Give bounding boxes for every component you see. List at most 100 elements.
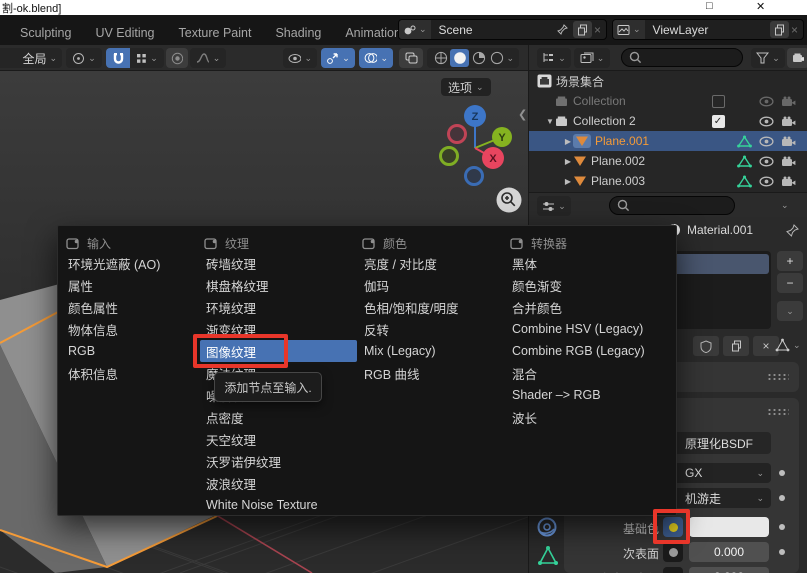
scene-icon[interactable]: ⌄	[399, 20, 431, 39]
remove-material-slot-button[interactable]: −	[777, 273, 803, 293]
menu-item[interactable]: RGB 曲线	[358, 362, 500, 384]
outliner-row[interactable]: 场景集合	[529, 71, 807, 91]
proportional-falloff-dropdown[interactable]: ⌄	[190, 48, 226, 68]
menu-item[interactable]: Mix (Legacy)	[358, 340, 500, 362]
copy-scene-button[interactable]	[573, 21, 592, 38]
properties-search-input[interactable]	[609, 196, 735, 215]
axis-minus-x-ball[interactable]	[449, 126, 466, 143]
maximize-button[interactable]: □	[706, 0, 713, 12]
nodetree-filter-dropdown[interactable]: ⌄	[775, 338, 801, 353]
panel-grip-icon[interactable]	[767, 373, 789, 380]
fake-user-shield-button[interactable]	[693, 336, 719, 356]
scene-name[interactable]: Scene	[431, 23, 556, 37]
scene-selector[interactable]: ⌄ Scene ×	[398, 19, 607, 40]
menu-item[interactable]: 砖墙纹理	[200, 252, 357, 274]
copy-viewlayer-button[interactable]	[770, 21, 789, 38]
outliner-search-input[interactable]	[621, 48, 743, 67]
menu-item[interactable]: 合并颜色	[506, 296, 676, 318]
outliner-display-mode-dropdown[interactable]: ⌄	[537, 48, 571, 68]
shading-wireframe-button[interactable]	[432, 51, 449, 65]
outliner-row[interactable]: ▶Plane.003	[529, 171, 807, 191]
viewlayer-icon[interactable]: ⌄	[613, 20, 645, 39]
disable-render-toggle[interactable]	[777, 176, 799, 187]
hide-eye-toggle[interactable]	[755, 96, 777, 107]
menu-item[interactable]: 波长	[506, 406, 676, 428]
expand-arrow-icon[interactable]: ▶	[563, 137, 573, 146]
expand-arrow-icon[interactable]: ▶	[563, 177, 573, 186]
menu-item[interactable]: 棋盘格纹理	[200, 274, 357, 296]
collection-checkbox[interactable]	[707, 95, 729, 108]
show-object-types-dropdown[interactable]: ⌄	[283, 48, 317, 68]
menu-item[interactable]: 伽玛	[358, 274, 500, 296]
menu-item[interactable]: RGB	[62, 340, 194, 362]
input-socket[interactable]	[663, 542, 683, 562]
collection-checkbox[interactable]: ✓	[707, 115, 729, 128]
menu-item[interactable]: White Noise Texture	[200, 494, 357, 516]
menu-item[interactable]: 点密度	[200, 406, 357, 428]
animate-dot[interactable]	[779, 470, 785, 476]
axis-minus-z-ball[interactable]	[466, 168, 483, 185]
panel-grip-icon[interactable]	[767, 408, 789, 415]
hide-eye-toggle[interactable]	[755, 156, 777, 167]
transform-orientation-dropdown[interactable]: 全局 ⌄	[0, 48, 62, 68]
animate-dot[interactable]	[779, 549, 785, 555]
pin-icon[interactable]	[785, 223, 800, 238]
show-overlays-toggle[interactable]: ⌄	[359, 48, 393, 68]
menu-item[interactable]: 环境光遮蔽 (AO)	[62, 252, 194, 274]
pin-icon[interactable]	[556, 23, 569, 36]
toggle-xray-button[interactable]	[399, 48, 423, 68]
properties-options-dropdown[interactable]: ⌄	[781, 201, 789, 210]
properties-editor-type-dropdown[interactable]: ⌄	[537, 196, 571, 216]
menu-item[interactable]: 颜色渐变	[506, 274, 676, 296]
workspace-tab[interactable]: Texture Paint	[167, 20, 264, 45]
new-collection-button[interactable]	[787, 48, 807, 68]
viewport-options-dropdown[interactable]: 选项 ⌄	[441, 78, 491, 96]
menu-item[interactable]: 色相/饱和度/明度	[358, 296, 500, 318]
menu-item[interactable]: 属性	[62, 274, 194, 296]
animate-dot[interactable]	[779, 524, 785, 530]
close-button[interactable]: ✕	[756, 0, 765, 13]
workspace-tab[interactable]: Sculpting	[8, 20, 83, 45]
hide-eye-toggle[interactable]	[755, 176, 777, 187]
navigation-gizmo[interactable]: Z Y X	[428, 96, 528, 191]
outliner-row[interactable]: Collection	[529, 91, 807, 111]
menu-item[interactable]: 颜色属性	[62, 296, 194, 318]
outliner-row[interactable]: ▶Plane.001	[529, 131, 807, 151]
material-properties-tab[interactable]	[535, 515, 559, 539]
animate-dot[interactable]	[779, 495, 785, 501]
value-slider[interactable]: 0.000	[689, 567, 769, 573]
workspace-tab[interactable]: Shading	[263, 20, 333, 45]
menu-item[interactable]: 物体信息	[62, 318, 194, 340]
outliner-row[interactable]: ▼Collection 2✓	[529, 111, 807, 131]
pivot-point-dropdown[interactable]: ⌄	[66, 48, 102, 68]
viewlayer-name[interactable]: ViewLayer	[645, 23, 770, 37]
outliner-filter-dropdown[interactable]: ⌄	[751, 48, 785, 68]
workspace-tab[interactable]: UV Editing	[83, 20, 166, 45]
shading-material-button[interactable]	[470, 51, 487, 65]
disable-render-toggle[interactable]	[777, 116, 799, 127]
menu-item[interactable]: 黑体	[506, 252, 676, 274]
disable-render-toggle[interactable]	[777, 156, 799, 167]
menu-item[interactable]: Shader –> RGB	[506, 384, 676, 406]
zoom-button[interactable]	[495, 186, 523, 214]
menu-item[interactable]: 环境纹理	[200, 296, 357, 318]
menu-item[interactable]: 混合	[506, 362, 676, 384]
viewlayer-selector[interactable]: ⌄ ViewLayer ×	[612, 19, 804, 40]
shading-dropdown-icon[interactable]: ⌄	[506, 54, 514, 63]
object-data-properties-tab[interactable]	[537, 545, 559, 567]
input-socket[interactable]	[663, 567, 683, 573]
unlink-scene-icon[interactable]: ×	[594, 23, 601, 37]
menu-item[interactable]: 亮度 / 对比度	[358, 252, 500, 274]
expand-arrow-icon[interactable]: ▶	[563, 157, 573, 166]
remove-viewlayer-icon[interactable]: ×	[791, 23, 798, 37]
outliner-filter-mode-dropdown[interactable]: ⌄	[574, 48, 610, 68]
menu-item[interactable]: 反转	[358, 318, 500, 340]
proportional-editing-toggle[interactable]	[166, 48, 188, 68]
menu-item[interactable]: 沃罗诺伊纹理	[200, 450, 357, 472]
show-gizmos-toggle[interactable]: ⌄	[321, 48, 355, 68]
material-slot-specials-dropdown[interactable]: ⌄	[777, 301, 803, 321]
hide-eye-toggle[interactable]	[755, 116, 777, 127]
copy-material-button[interactable]	[723, 336, 749, 356]
value-slider[interactable]: 0.000	[689, 542, 769, 562]
snap-settings-dropdown[interactable]: ⌄	[130, 48, 164, 68]
